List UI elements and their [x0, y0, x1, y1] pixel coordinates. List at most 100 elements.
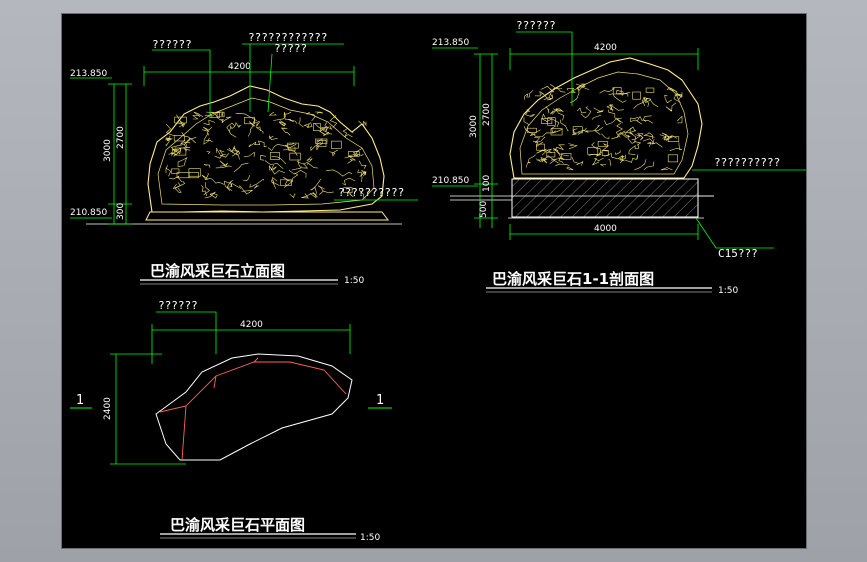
rock-texture-stroke — [601, 133, 610, 139]
rock-texture-stroke — [568, 143, 578, 149]
rock-texture-stroke — [634, 159, 647, 171]
elevation-callout-left: ?????? — [152, 38, 192, 51]
rock-texture-stroke — [549, 158, 558, 164]
rock-texture-stroke — [289, 193, 296, 199]
elevation-dim-height-total: 3000 — [103, 139, 113, 162]
rock-texture-stroke — [306, 162, 318, 169]
rock-texture-stroke — [271, 155, 287, 165]
rock-texture-stroke — [608, 158, 612, 167]
rock-texture-stroke — [235, 113, 257, 121]
rock-texture-stroke — [342, 128, 354, 138]
section-top-level: 213.850 — [432, 38, 469, 48]
rock-texture-stroke — [242, 174, 251, 182]
rock-texture-stroke — [203, 182, 210, 196]
rock-texture-stroke — [660, 167, 673, 171]
elevation-top-level: 213.850 — [70, 69, 107, 79]
rock-texture-stroke — [616, 89, 624, 96]
rock-texture-stroke — [599, 87, 616, 94]
rock-texture-stroke — [599, 164, 607, 167]
rock-texture-stroke — [232, 146, 240, 157]
rock-texture-block — [667, 154, 679, 163]
elevation-dim-height-rock: 2700 — [116, 126, 126, 149]
rock-texture-stroke — [202, 126, 213, 132]
rock-texture-stroke — [359, 170, 367, 177]
rock-texture-stroke — [571, 156, 584, 166]
rock-texture-block — [270, 152, 280, 160]
section-ground-level: 210.850 — [432, 176, 469, 186]
section-dim-height-total: 3000 — [469, 115, 479, 138]
plan-dim-lines — [110, 311, 351, 465]
elevation-callout-right: ?????????? — [338, 186, 404, 199]
rock-texture-stroke — [592, 157, 604, 166]
rock-texture-stroke — [206, 151, 211, 155]
drawing-canvas[interactable]: 4200 3000 2700 300 213.850 210.850 ?????… — [61, 13, 807, 549]
rock-texture-stroke — [271, 176, 278, 185]
rock-texture-stroke — [643, 132, 655, 140]
rock-texture-stroke — [642, 115, 654, 124]
rock-texture-stroke — [204, 164, 211, 168]
section-dim-base: 500 — [479, 201, 489, 218]
rock-texture-stroke — [303, 122, 313, 128]
plan-dim-width: 4200 — [240, 320, 263, 330]
elevation-plinth — [145, 211, 389, 221]
rock-texture-stroke — [326, 169, 353, 177]
rock-texture-stroke — [643, 161, 655, 170]
plan-callout-top: ?????? — [158, 299, 198, 312]
rock-texture-stroke — [264, 160, 284, 170]
section-callout-base: C15??? — [718, 247, 758, 260]
rock-texture-block — [536, 143, 545, 151]
section-dim-width-top: 4200 — [594, 43, 617, 53]
elevation-bottom-level: 210.850 — [70, 208, 107, 218]
rock-texture-stroke — [577, 129, 585, 135]
rock-texture-stroke — [342, 177, 356, 186]
rock-texture-block — [188, 172, 199, 179]
rock-texture-stroke — [630, 116, 642, 125]
rock-texture-stroke — [651, 139, 663, 148]
rock-texture-stroke — [178, 120, 186, 128]
rock-texture-stroke — [203, 119, 216, 126]
elevation-dim-vertical — [70, 77, 132, 225]
elevation-view: 4200 3000 2700 300 213.850 210.850 ?????… — [70, 31, 418, 286]
rock-texture-stroke — [181, 132, 196, 144]
rock-texture-stroke — [165, 135, 173, 142]
rock-texture-stroke — [628, 143, 639, 156]
rock-texture-stroke — [260, 155, 266, 161]
elevation-rock-texture — [165, 111, 367, 199]
plan-title: 巴渝风采巨石平面图 — [170, 516, 305, 534]
rock-texture-stroke — [583, 127, 604, 133]
rock-texture-stroke — [324, 122, 333, 130]
rock-texture-stroke — [169, 175, 183, 183]
plan-section-mark-left: 1 — [76, 393, 84, 408]
rock-texture-stroke — [165, 165, 172, 177]
rock-texture-stroke — [526, 154, 536, 168]
drawing-svg: 4200 3000 2700 300 213.850 210.850 ?????… — [70, 19, 806, 543]
rock-texture-stroke — [322, 190, 334, 194]
rock-texture-stroke — [219, 116, 232, 124]
rock-texture-stroke — [608, 93, 627, 103]
rock-texture-stroke — [664, 94, 672, 104]
rock-texture-stroke — [193, 111, 204, 118]
rock-texture-stroke — [317, 185, 325, 195]
section-callout-top: ?????? — [516, 19, 556, 32]
rock-texture-stroke — [269, 135, 278, 140]
rock-texture-stroke — [555, 163, 570, 167]
rock-texture-stroke — [319, 130, 330, 137]
section-title: 巴渝风采巨石1-1剖面图 — [492, 270, 654, 288]
rock-texture-stroke — [624, 154, 639, 163]
rock-texture-stroke — [604, 152, 624, 164]
rock-texture-stroke — [669, 142, 683, 151]
rock-texture-stroke — [288, 170, 307, 178]
plan-dim-height: 2400 — [103, 397, 113, 420]
rock-texture-stroke — [550, 83, 563, 90]
rock-texture-stroke — [219, 160, 228, 168]
rock-texture-stroke — [311, 178, 321, 191]
rock-texture-stroke — [201, 172, 209, 180]
rock-texture-block — [597, 141, 608, 147]
rock-texture-stroke — [298, 117, 304, 128]
rock-texture-stroke — [523, 126, 536, 136]
plan-section-mark-right: 1 — [376, 393, 384, 408]
rock-texture-stroke — [617, 91, 631, 97]
rock-texture-stroke — [576, 107, 587, 114]
rock-texture-block — [632, 91, 641, 100]
rock-texture-stroke — [243, 151, 255, 158]
